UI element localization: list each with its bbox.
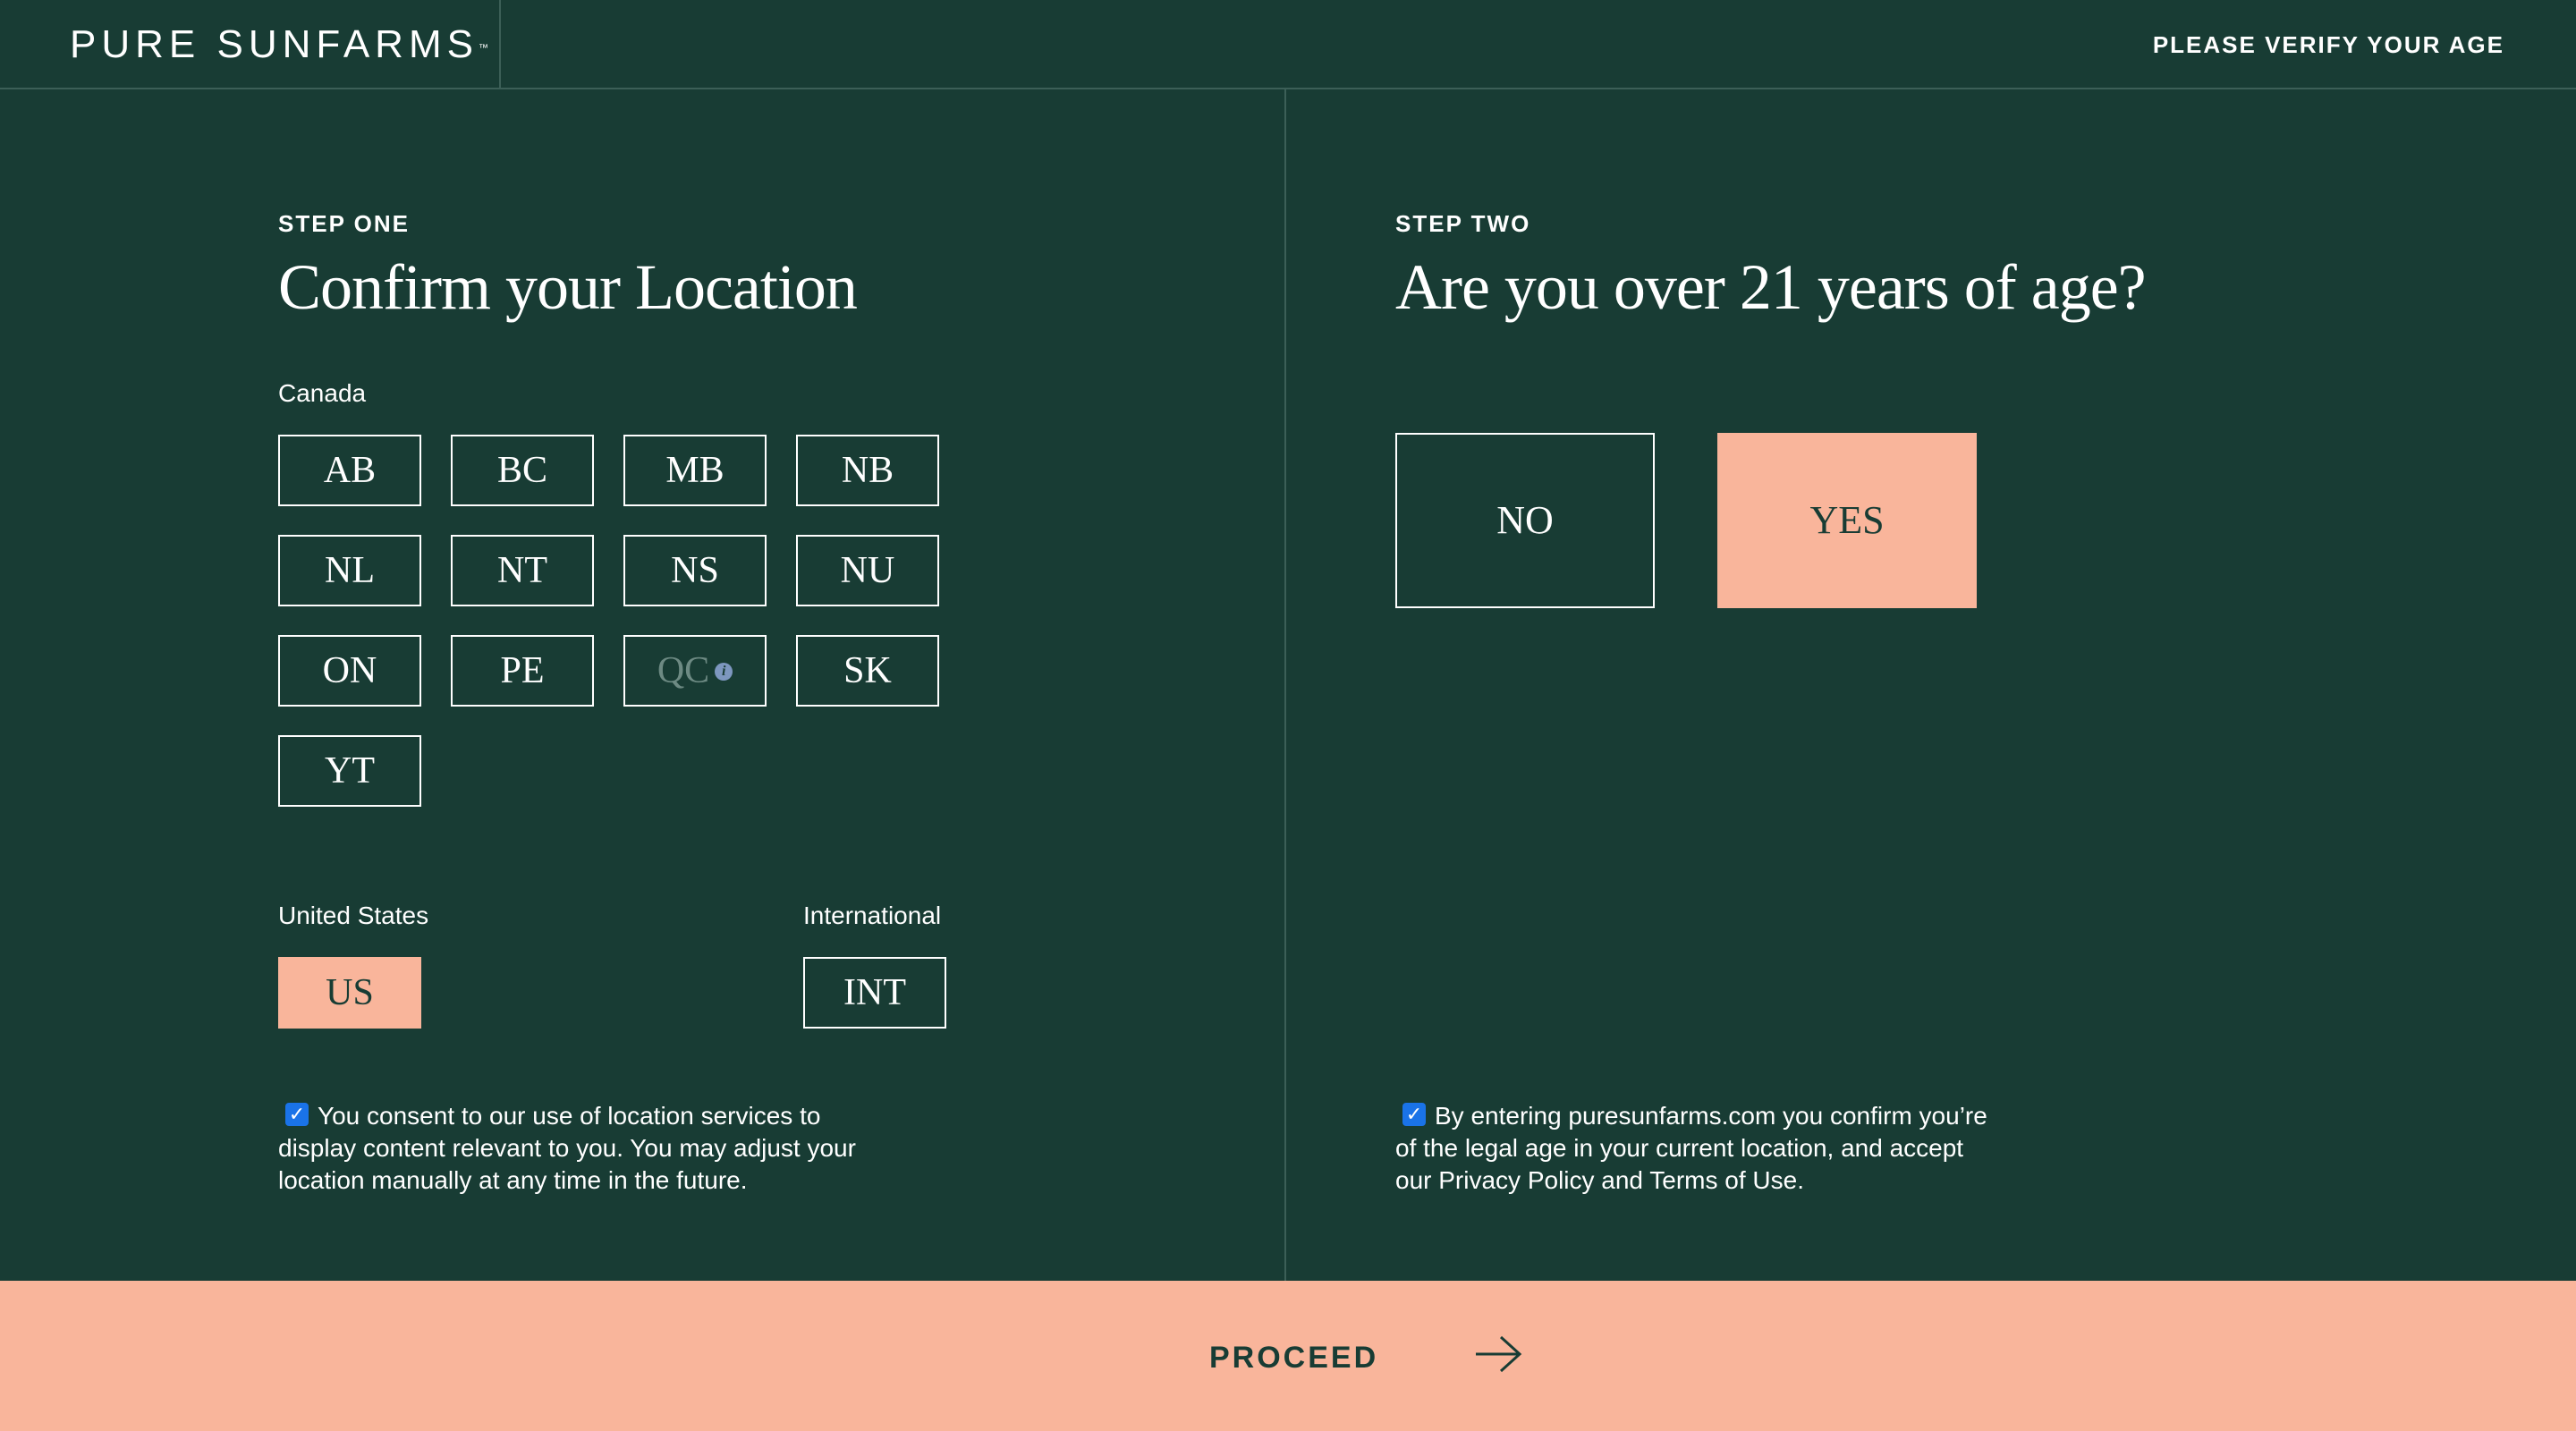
province-button-nt[interactable]: NT (451, 535, 594, 606)
province-button-on[interactable]: ON (278, 635, 421, 707)
brand-logo-text: PURE SUNFARMS (70, 22, 479, 66)
province-button-sk[interactable]: SK (796, 635, 939, 707)
age-consent-text: By entering puresunfarms.com you confirm… (1395, 1102, 1987, 1194)
logo-cell: PURE SUNFARMS™ (0, 0, 501, 89)
info-icon[interactable]: i (715, 663, 733, 682)
age-consent-checkbox[interactable]: ✓ (1402, 1102, 1426, 1126)
proceed-button[interactable]: PROCEED (0, 1281, 2576, 1431)
province-button-qc-label: QC (657, 650, 710, 691)
canada-label: Canada (278, 379, 367, 407)
step-two-title: Are you over 21 years of age? (1395, 251, 2147, 323)
trademark-mark: ™ (478, 43, 488, 54)
province-button-qc[interactable]: QC i (623, 635, 767, 707)
location-consent-text: You consent to our use of location servi… (278, 1102, 856, 1194)
step-one-title: Confirm your Location (278, 251, 858, 323)
province-button-yt[interactable]: YT (278, 735, 421, 807)
international-label: International (803, 902, 942, 929)
location-consent: ✓ You consent to our use of location serv… (278, 1100, 886, 1197)
age-consent: ✓ By entering puresunfarms.com you confir… (1395, 1100, 2004, 1197)
step-one-label: STEP ONE (278, 210, 411, 237)
province-button-nu[interactable]: NU (796, 535, 939, 606)
province-button-ab[interactable]: AB (278, 435, 421, 506)
step-one-panel: STEP ONE Confirm your Location Canada AB… (0, 89, 1286, 1281)
province-button-bc[interactable]: BC (451, 435, 594, 506)
united-states-label: United States (278, 902, 429, 929)
province-button-nb[interactable]: NB (796, 435, 939, 506)
location-consent-checkbox[interactable]: ✓ (285, 1102, 309, 1126)
brand-logo[interactable]: PURE SUNFARMS™ (70, 21, 488, 68)
age-yes-button[interactable]: YES (1717, 433, 1977, 608)
step-two-panel: STEP TWO Are you over 21 years of age? N… (1288, 89, 2576, 1281)
province-button-ns[interactable]: NS (623, 535, 767, 606)
site-header: PURE SUNFARMS™ PLEASE VERIFY YOUR AGE (0, 0, 2576, 89)
province-button-mb[interactable]: MB (623, 435, 767, 506)
country-button-us[interactable]: US (278, 957, 421, 1029)
verify-age-heading: PLEASE VERIFY YOUR AGE (2152, 31, 2504, 58)
arrow-right-icon (1476, 1335, 1522, 1373)
province-button-pe[interactable]: PE (451, 635, 594, 707)
age-no-button[interactable]: NO (1395, 433, 1655, 608)
country-button-int[interactable]: INT (803, 957, 946, 1029)
province-button-nl[interactable]: NL (278, 535, 421, 606)
proceed-label: PROCEED (1209, 1341, 1379, 1375)
step-two-label: STEP TWO (1395, 210, 1531, 237)
age-gate-main: STEP ONE Confirm your Location Canada AB… (0, 89, 2576, 1281)
